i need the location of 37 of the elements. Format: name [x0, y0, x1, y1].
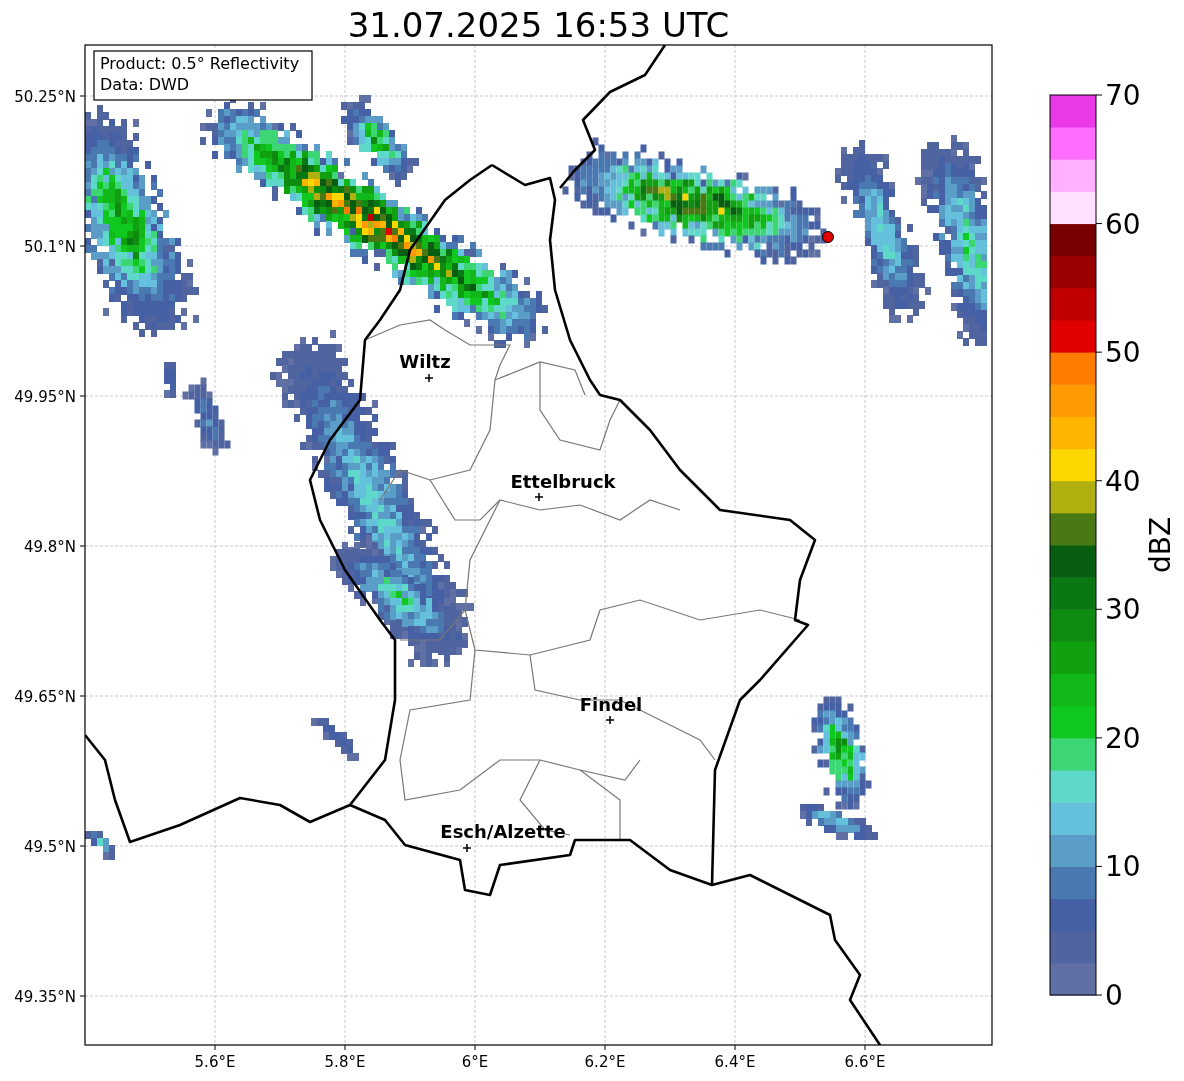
axis-tick-label: 6.6°E	[844, 1053, 886, 1071]
axis-tick-label: 6.2°E	[584, 1053, 626, 1071]
radar-echo	[85, 831, 115, 860]
axis-tick-label: 5.6°E	[194, 1053, 236, 1071]
city-label: Esch/Alzette	[440, 821, 566, 842]
colorbar-tick-label: 20	[1105, 721, 1141, 755]
radar-echo	[164, 362, 176, 398]
axis-tick-label: 50.25°N	[14, 88, 76, 106]
city-marker	[534, 492, 544, 502]
city-marker	[605, 715, 615, 725]
city-label: Findel	[579, 694, 643, 715]
chart-title: 31.07.2025 16:53 UTC	[347, 5, 730, 45]
axis-tick-label: 49.95°N	[14, 388, 76, 406]
city-label: Ettelbruck	[510, 471, 616, 492]
colorbar-label: dBZ	[1144, 516, 1177, 574]
radar-echo	[311, 718, 359, 761]
axis-tick-label: 49.65°N	[14, 688, 76, 706]
city-marker	[462, 843, 472, 853]
info-text: Data: DWD	[100, 75, 190, 94]
colorbar-tick-label: 70	[1105, 79, 1141, 112]
axis-tick-label: 6.4°E	[714, 1053, 756, 1071]
axis-tick-label: 49.35°N	[14, 988, 76, 1006]
colorbar-tick-label: 0	[1105, 979, 1123, 1012]
city-label: Wiltz	[399, 351, 451, 372]
axis-tick-label: 6°E	[461, 1053, 489, 1071]
colorbar-tick-label: 10	[1105, 850, 1141, 884]
axis-tick-label: 50.1°N	[23, 238, 76, 256]
info-text: Product: 0.5° Reflectivity	[100, 54, 300, 73]
colorbar-tick-label: 30	[1105, 593, 1141, 627]
colorbar-tick-label: 40	[1105, 464, 1141, 498]
radar-site-marker	[822, 231, 834, 243]
colorbar-tick-label: 50	[1105, 336, 1141, 370]
colorbar-tick-label: 60	[1105, 207, 1141, 241]
axis-tick-label: 49.8°N	[23, 538, 76, 556]
axis-tick-label: 5.8°E	[324, 1053, 366, 1071]
city-marker	[424, 373, 434, 383]
axis-tick-label: 49.5°N	[23, 838, 76, 856]
